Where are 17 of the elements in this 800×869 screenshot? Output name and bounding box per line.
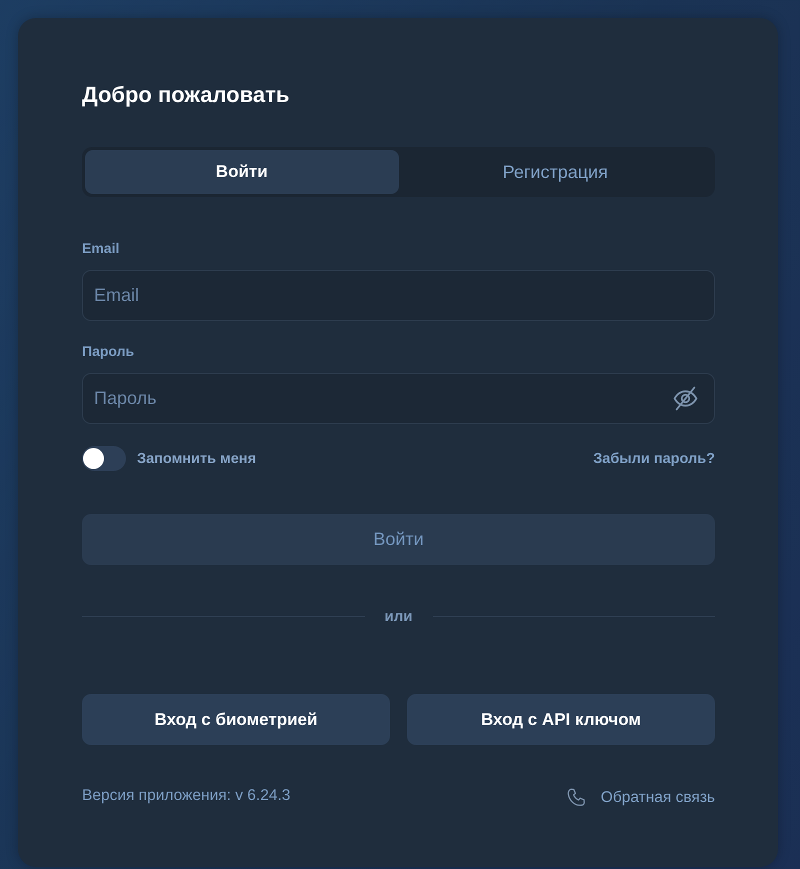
forgot-password-link[interactable]: Забыли пароль?	[593, 450, 715, 466]
eye-slash-icon[interactable]	[673, 386, 698, 411]
version-text: Версия приложения: v 6.24.3	[82, 787, 290, 805]
phone-icon	[566, 787, 588, 809]
feedback-link[interactable]: Обратная связь	[566, 787, 715, 809]
password-field[interactable]: Пароль	[82, 373, 715, 424]
email-field[interactable]: Email	[82, 270, 715, 321]
alt-login-button[interactable]: Вход с API ключом	[407, 694, 715, 745]
tab[interactable]: Войти	[85, 150, 398, 194]
remember-label: Запомнить меня	[137, 450, 256, 466]
field-label: Пароль	[82, 342, 134, 360]
divider-text: или	[384, 608, 412, 624]
remember-toggle[interactable]	[82, 446, 126, 471]
tab[interactable]: Регистрация	[398, 150, 712, 194]
field-label: Email	[82, 239, 120, 257]
welcome-title: Добро пожаловать	[82, 81, 290, 109]
alt-login-button[interactable]: Вход с биометрией	[82, 694, 390, 745]
